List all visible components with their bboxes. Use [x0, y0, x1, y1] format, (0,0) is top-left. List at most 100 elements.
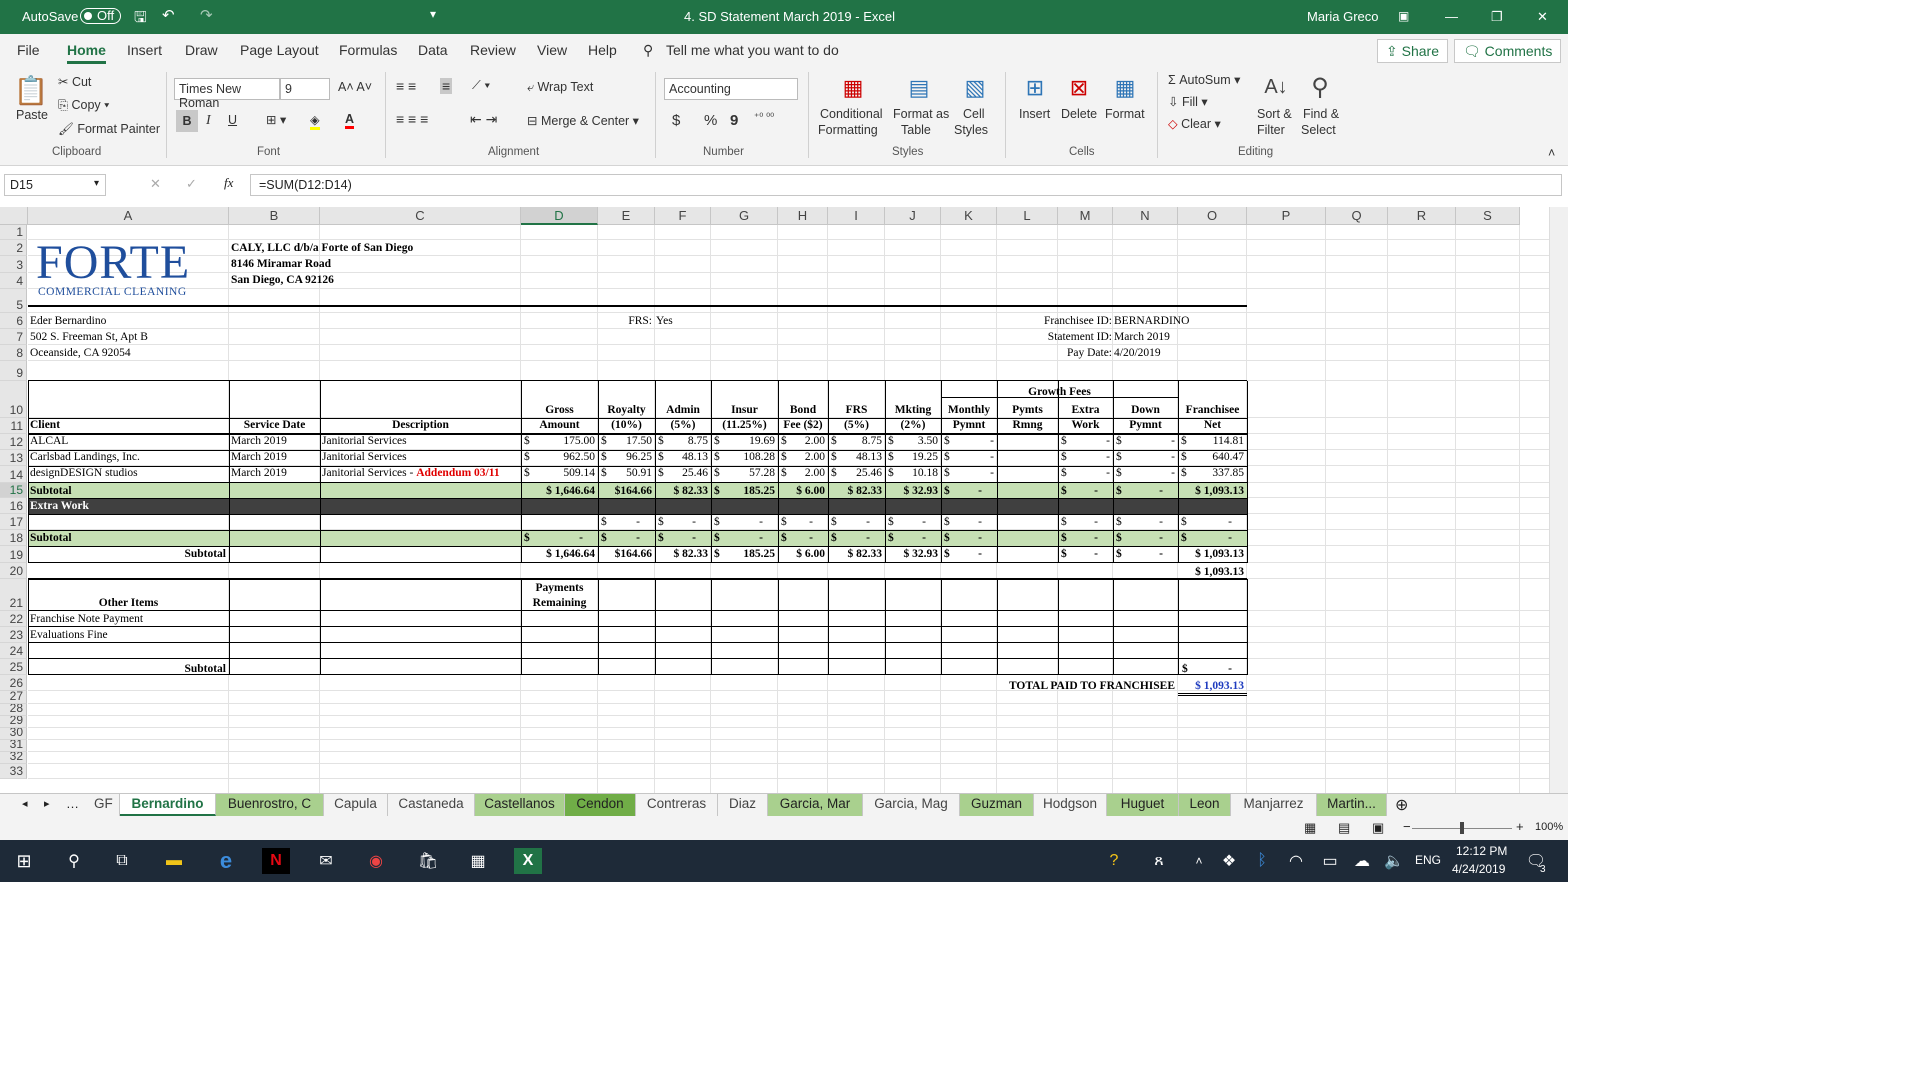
format-painter-button[interactable]: 🖌 Format Painter — [58, 122, 160, 137]
format-cells-icon[interactable]: ▦ — [1110, 74, 1140, 102]
sheet-tab[interactable]: Capula — [324, 794, 388, 816]
ribbon-display-icon[interactable]: ▣ — [1398, 9, 1409, 23]
format-as-table-button[interactable]: Format as — [893, 107, 949, 121]
row-header-9[interactable]: 9 — [0, 361, 27, 381]
font-size-select[interactable]: 9 — [280, 78, 330, 100]
share-button[interactable]: ⇪ Share — [1377, 39, 1448, 63]
indent-icon[interactable]: ⇤ ⇥ — [470, 111, 497, 128]
tab-view[interactable]: View — [537, 42, 567, 58]
insert-cells-icon[interactable]: ⊞ — [1020, 74, 1050, 102]
page-layout-view-icon[interactable]: ▤ — [1338, 820, 1350, 836]
row-header-28[interactable]: 28 — [0, 704, 27, 716]
orientation-icon[interactable]: ⟋ ▾ — [472, 78, 490, 93]
redo-icon[interactable]: ↷ — [200, 6, 213, 24]
cancel-icon[interactable]: ✕ — [150, 176, 161, 192]
column-header-n[interactable]: N — [1113, 207, 1178, 225]
sheet-tab[interactable]: Garcia, Mar — [768, 794, 863, 816]
wifi-icon[interactable]: ◠ — [1282, 848, 1310, 874]
zoom-level[interactable]: 100% — [1535, 821, 1563, 833]
excel-icon[interactable]: X — [514, 848, 542, 874]
row-header-32[interactable]: 32 — [0, 752, 27, 764]
collapse-ribbon-icon[interactable]: ˄ — [1548, 146, 1555, 160]
tab-formulas[interactable]: Formulas — [339, 42, 397, 58]
row-header-14[interactable]: 14 — [0, 466, 27, 483]
accounting-format-button[interactable]: $ — [672, 112, 680, 129]
cell-styles-icon[interactable]: ▧ — [960, 74, 990, 102]
sheet-tab[interactable]: Hodgson — [1034, 794, 1107, 816]
sheet-tab[interactable]: Cendon — [565, 794, 636, 816]
tab-review[interactable]: Review — [470, 42, 516, 58]
file-explorer-icon[interactable]: ▬ — [160, 848, 188, 874]
vertical-scrollbar[interactable] — [1549, 207, 1568, 793]
zoom-out-icon[interactable]: − — [1403, 819, 1411, 834]
find-select-icon[interactable]: ⚲ — [1304, 72, 1336, 102]
clock-date[interactable]: 4/24/2019 — [1452, 862, 1505, 876]
sheet-tab[interactable]: Diaz — [718, 794, 768, 816]
row-header-31[interactable]: 31 — [0, 740, 27, 752]
row-header-10[interactable]: 10 — [0, 381, 27, 418]
paste-button[interactable]: Paste — [16, 108, 48, 122]
row-header-21[interactable]: 21 — [0, 579, 27, 611]
row-header-4[interactable]: 4 — [0, 273, 27, 289]
netflix-icon[interactable]: N — [262, 848, 290, 874]
align-bottom-icon[interactable]: ≡ — [440, 78, 453, 94]
sheet-tab[interactable]: Martin... — [1317, 794, 1387, 816]
battery-icon[interactable]: ▭ — [1316, 848, 1344, 874]
comments-button[interactable]: 🗨 Comments — [1454, 39, 1562, 63]
name-box-dropdown-icon[interactable]: ▾ — [94, 178, 99, 189]
row-header-11[interactable]: 11 — [0, 418, 27, 434]
enter-icon[interactable]: ✓ — [186, 176, 197, 192]
minimize-icon[interactable]: — — [1445, 9, 1458, 24]
column-header-e[interactable]: E — [598, 207, 655, 225]
number-format-select[interactable]: Accounting — [664, 78, 798, 100]
save-icon[interactable]: 🖫 — [134, 7, 147, 32]
new-sheet-icon[interactable]: ⊕ — [1395, 795, 1408, 815]
comma-style-button[interactable]: 9 — [730, 112, 738, 129]
insert-function-icon[interactable]: fx — [224, 175, 233, 191]
volume-icon[interactable]: 🔈 — [1380, 848, 1408, 874]
tab-draw[interactable]: Draw — [185, 42, 218, 58]
copy-button[interactable]: ⎘ Copy ▾ — [58, 98, 109, 113]
name-box[interactable]: D15 — [4, 174, 106, 196]
row-header-17[interactable]: 17 — [0, 514, 27, 530]
tab-scroll-right-icon[interactable]: ▸ — [44, 797, 50, 810]
people-icon[interactable]: ጸ — [1145, 848, 1173, 874]
spreadsheet-grid[interactable]: ABCDEFGHIJKLMNOPQRS 1 2 3 4 5 6 7 8 9 10 11 12 13 14 1… — [0, 207, 1568, 793]
format-as-table-icon[interactable]: ▤ — [904, 74, 934, 102]
format-cells-button[interactable]: Format — [1105, 107, 1145, 121]
row-header-13[interactable]: 13 — [0, 450, 27, 466]
row-header-29[interactable]: 29 — [0, 716, 27, 728]
row-header-3[interactable]: 3 — [0, 256, 27, 273]
column-header-i[interactable]: I — [828, 207, 885, 225]
tab-page-layout[interactable]: Page Layout — [240, 42, 319, 58]
mail-icon[interactable]: ✉ — [312, 848, 340, 874]
row-header-23[interactable]: 23 — [0, 627, 27, 643]
tell-me-input[interactable]: Tell me what you want to do — [666, 42, 839, 58]
select-all-corner[interactable] — [0, 207, 28, 225]
merge-center-button[interactable]: ⊟ Merge & Center ▾ — [527, 113, 639, 128]
column-header-q[interactable]: Q — [1326, 207, 1388, 225]
column-header-c[interactable]: C — [320, 207, 521, 225]
sheet-tab[interactable]: Bernardino — [120, 794, 216, 816]
insert-cells-button[interactable]: Insert — [1019, 107, 1050, 121]
column-header-s[interactable]: S — [1456, 207, 1520, 225]
row-header-12[interactable]: 12 — [0, 434, 27, 450]
row-header-24[interactable]: 24 — [0, 643, 27, 659]
column-header-k[interactable]: K — [941, 207, 997, 225]
sheet-tab[interactable]: Buenrostro, C — [216, 794, 324, 816]
customize-qat-icon[interactable]: ▾ — [430, 7, 436, 21]
tab-file[interactable]: File — [17, 42, 40, 58]
row-header-1[interactable]: 1 — [0, 225, 27, 240]
row-header-5[interactable]: 5 — [0, 289, 27, 313]
user-name[interactable]: Maria Greco — [1307, 9, 1379, 24]
row-header-16[interactable]: 16 — [0, 498, 27, 514]
row-header-6[interactable]: 6 — [0, 313, 27, 329]
help-icon[interactable]: ? — [1100, 848, 1128, 874]
column-header-g[interactable]: G — [711, 207, 778, 225]
row-header-7[interactable]: 7 — [0, 329, 27, 345]
decimal-icon[interactable]: ⁺⁰ ⁰⁰ — [754, 112, 774, 123]
store-icon[interactable]: 🛍 — [414, 848, 442, 874]
cell-styles-button[interactable]: Cell — [963, 107, 985, 121]
sheet-tab[interactable]: GF — [86, 794, 120, 816]
font-name-select[interactable]: Times New Roman — [174, 78, 280, 110]
